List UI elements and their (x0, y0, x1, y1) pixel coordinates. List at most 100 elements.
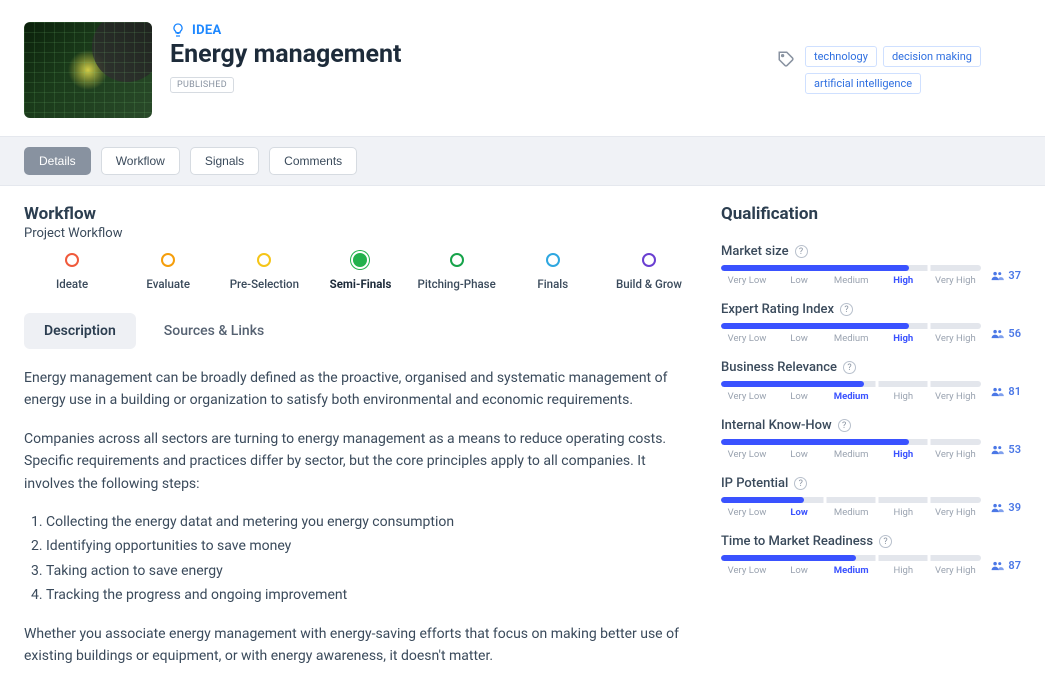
scale-label: Very Low (721, 391, 773, 402)
tab-comments[interactable]: Comments (269, 147, 357, 175)
help-icon[interactable]: ? (794, 477, 807, 490)
status-badge: PUBLISHED (170, 77, 234, 93)
metric-name: Time to Market Readiness (721, 534, 873, 549)
help-icon[interactable]: ? (795, 245, 808, 258)
desc-step-item: Collecting the energy datat and metering… (46, 511, 697, 533)
left-column: Workflow Project Workflow IdeateEvaluate… (24, 204, 697, 683)
tag[interactable]: technology (805, 46, 877, 67)
scale-label: Low (773, 507, 825, 518)
page-title: Energy management (170, 40, 759, 69)
desc-step-item: Tracking the progress and ongoing improv… (46, 584, 697, 606)
metric: Business Relevance?Very LowLowMediumHigh… (721, 360, 1021, 402)
subtab-description[interactable]: Description (24, 313, 136, 349)
workflow-step-label: Ideate (24, 277, 120, 291)
people-count[interactable]: 81 (991, 385, 1021, 398)
desc-p3: Whether you associate energy management … (24, 623, 697, 668)
metric-name: Expert Rating Index (721, 302, 834, 317)
tab-details[interactable]: Details (24, 147, 91, 175)
scale-label: Very High (929, 275, 981, 286)
metric-bar[interactable] (721, 555, 981, 561)
workflow-title: Workflow (24, 204, 697, 224)
scale-label: Low (773, 565, 825, 576)
scale-label: Very Low (721, 333, 773, 344)
workflow-subtitle: Project Workflow (24, 226, 697, 241)
workflow-step[interactable]: Semi-Finals (312, 253, 408, 291)
qualification-title: Qualification (721, 204, 1021, 224)
scale-label: Medium (825, 333, 877, 344)
metric: Internal Know-How?Very LowLowMediumHighV… (721, 418, 1021, 460)
subtab-sources-links[interactable]: Sources & Links (144, 313, 284, 349)
scale-label: Low (773, 275, 825, 286)
help-icon[interactable]: ? (843, 361, 856, 374)
scale-label: Very Low (721, 449, 773, 460)
tag[interactable]: decision making (883, 46, 981, 67)
workflow-step[interactable]: Ideate (24, 253, 120, 291)
scale-label: Medium (825, 565, 877, 576)
workflow-step-label: Evaluate (120, 277, 216, 291)
page: IDEA Energy management PUBLISHED technol… (0, 0, 1045, 693)
metric: IP Potential?Very LowLowMediumHighVery H… (721, 476, 1021, 518)
metric-name: Internal Know-How (721, 418, 832, 433)
metric-name: IP Potential (721, 476, 788, 491)
tags-region: technology decision making artificial inte… (777, 22, 1021, 94)
scale-label: High (877, 565, 929, 576)
help-icon[interactable]: ? (879, 535, 892, 548)
metric-bar[interactable] (721, 265, 981, 271)
metric-bar[interactable] (721, 497, 981, 503)
workflow-step-label: Pre-Selection (216, 277, 312, 291)
help-icon[interactable]: ? (840, 303, 853, 316)
metric-bar[interactable] (721, 381, 981, 387)
people-count[interactable]: 56 (991, 327, 1021, 340)
workflow-step-label: Build & Grow (601, 277, 697, 291)
description-body: Energy management can be broadly defined… (24, 367, 697, 667)
metric: Expert Rating Index? Very LowLowMediumHig… (721, 302, 1021, 344)
tab-signals[interactable]: Signals (190, 147, 259, 175)
workflow-step[interactable]: Pitching-Phase (409, 253, 505, 291)
scale-label: Very High (929, 449, 981, 460)
metric-name: Market size (721, 244, 789, 259)
people-count[interactable]: 39 (991, 501, 1021, 514)
scale-label: Low (773, 333, 825, 344)
scale-label: High (877, 449, 929, 460)
desc-steps-list: Collecting the energy datat and metering… (24, 511, 697, 607)
workflow-step[interactable]: Evaluate (120, 253, 216, 291)
desc-p2-intro: Companies across all sectors are turning… (24, 428, 697, 495)
sub-tabs: DescriptionSources & Links (24, 313, 697, 349)
metric-bar[interactable] (721, 323, 981, 329)
tag[interactable]: artificial intelligence (805, 73, 921, 94)
metric: Market size?Very LowLowMediumHighVery Hi… (721, 244, 1021, 286)
workflow-step[interactable]: Finals (505, 253, 601, 291)
workflow-step[interactable]: Build & Grow (601, 253, 697, 291)
qualification-panel: Qualification Market size?Very LowLowMed… (721, 204, 1021, 683)
scale-label: Very High (929, 333, 981, 344)
metric-bar[interactable] (721, 439, 981, 445)
scale-label: High (877, 391, 929, 402)
hero-image (24, 22, 152, 118)
scale-label: Medium (825, 507, 877, 518)
workflow-step-label: Pitching-Phase (409, 277, 505, 291)
tab-workflow[interactable]: Workflow (101, 147, 180, 175)
scale-label: Very Low (721, 275, 773, 286)
content: Workflow Project Workflow IdeateEvaluate… (0, 186, 1045, 693)
metrics-list: Market size?Very LowLowMediumHighVery Hi… (721, 244, 1021, 576)
people-count[interactable]: 53 (991, 443, 1021, 456)
desc-step-item: Identifying opportunities to save money (46, 535, 697, 557)
scale-label: Very High (929, 391, 981, 402)
page-header: IDEA Energy management PUBLISHED technol… (0, 0, 1045, 136)
metric: Time to Market Readiness?Very LowLowMedi… (721, 534, 1021, 576)
scale-label: High (877, 333, 929, 344)
people-count[interactable]: 37 (991, 269, 1021, 282)
scale-label: Very High (929, 565, 981, 576)
people-count[interactable]: 87 (991, 559, 1021, 572)
tag-icon (777, 50, 795, 72)
workflow-step-label: Finals (505, 277, 601, 291)
help-icon[interactable]: ? (838, 419, 851, 432)
lightbulb-icon (170, 22, 186, 38)
workflow-steps: IdeateEvaluatePre-SelectionSemi-FinalsPi… (24, 253, 697, 291)
scale-label: Low (773, 391, 825, 402)
desc-step-item: Taking action to save energy (46, 560, 697, 582)
workflow-step[interactable]: Pre-Selection (216, 253, 312, 291)
scale-label: Medium (825, 391, 877, 402)
scale-label: Very Low (721, 507, 773, 518)
type-label: IDEA (192, 23, 222, 38)
